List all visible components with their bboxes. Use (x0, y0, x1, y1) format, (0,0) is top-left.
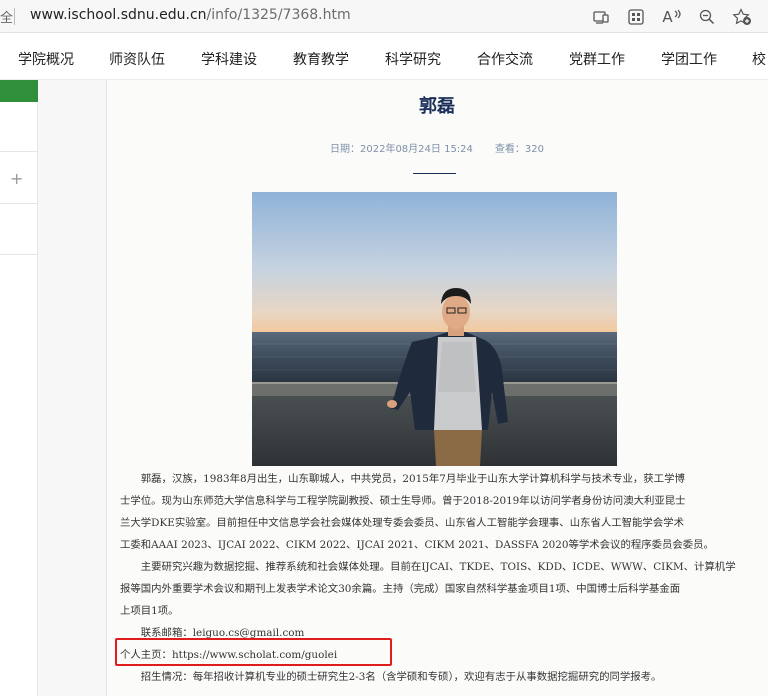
favorites-add-icon[interactable] (731, 6, 753, 28)
nav-item[interactable]: 学团工作 (661, 49, 717, 69)
article-views: 查看：320 (494, 144, 544, 155)
nav-item[interactable]: 合作交流 (477, 49, 533, 69)
nav-item[interactable]: 科学研究 (385, 49, 441, 69)
bio-line: 工委和AAAI 2023、IJCAI 2022、CIKM 2022、IJCAI … (120, 539, 714, 551)
nav-item[interactable]: 党群工作 (569, 49, 625, 69)
browser-window: { "browser": { "lead_char": "全", "url_ho… (0, 0, 768, 696)
bio-line: 士学位。现为山东师范大学信息科学与工程学院副教授、硕士生导师。曾于2018-20… (120, 495, 686, 507)
zoom-out-icon[interactable] (696, 6, 718, 28)
research-line: 上项目1项。 (120, 605, 179, 617)
divider (0, 203, 38, 204)
divider (0, 151, 38, 152)
research-line: 报等国内外重要学术会议和期刊上发表学术论文30余篇。主持（完成）国家自然科学基金… (120, 583, 681, 595)
bio-line: 郭磊，汉族，1983年8月出生，山东聊城人，中共党员，2015年7月毕业于山东大… (120, 473, 685, 485)
main-nav: 学院概况 师资队伍 学科建设 教育教学 科学研究 合作交流 党群工作 学团工作 … (0, 34, 768, 80)
read-aloud-label: A (662, 8, 673, 26)
article-date: 日期：2022年08月24日 15:24 (330, 144, 473, 155)
read-aloud-icon[interactable]: A (661, 6, 683, 28)
content-gutter (38, 80, 106, 696)
nav-item[interactable]: 校 (752, 49, 766, 69)
nav-item[interactable]: 教育教学 (293, 49, 349, 69)
expand-icon[interactable]: + (10, 169, 23, 188)
sidebar-active-bar (0, 80, 38, 102)
research-line: 主要研究兴趣为数据挖掘、推荐系统和社会媒体处理。目前在IJCAI、TKDE、TO… (120, 561, 736, 573)
address-bar: 全 www.ischool.sdnu.edu.cn/info/1325/7368… (0, 0, 768, 33)
bio-line: 兰大学DKE实验室。目前担任中文信息学会社会媒体处理专委会委员、山东省人工智能学… (120, 517, 684, 529)
reader-mode-icon[interactable] (590, 6, 612, 28)
divider (0, 254, 38, 255)
profile-photo-illustration (252, 192, 617, 466)
contact-email: 联系邮箱：leiguo.cs@gmail.com (120, 627, 305, 639)
article-meta: 日期：2022年08月24日 15:24 查看：320 (106, 140, 768, 155)
admission-info: 招生情况：每年招收计算机专业的硕士研究生2-3名（含学硕和专硕），欢迎有志于从事… (120, 671, 662, 683)
sidebar: + (0, 80, 38, 696)
address-lead-text: 全 (0, 11, 14, 26)
page-title: 郭磊 (419, 96, 455, 117)
homepage-highlight-box (115, 638, 392, 666)
profile-photo (252, 192, 617, 466)
nav-item[interactable]: 师资队伍 (109, 49, 165, 69)
apps-grid-icon[interactable] (625, 6, 647, 28)
url-field[interactable]: www.ischool.sdnu.edu.cn/info/1325/7368.h… (30, 7, 351, 23)
url-path: /info/1325/7368.htm (206, 7, 351, 23)
title-divider (413, 173, 456, 174)
nav-item[interactable]: 学院概况 (18, 49, 74, 69)
nav-item[interactable]: 学科建设 (201, 49, 257, 69)
address-separator (14, 8, 15, 25)
url-host: www.ischool.sdnu.edu.cn (30, 7, 207, 23)
